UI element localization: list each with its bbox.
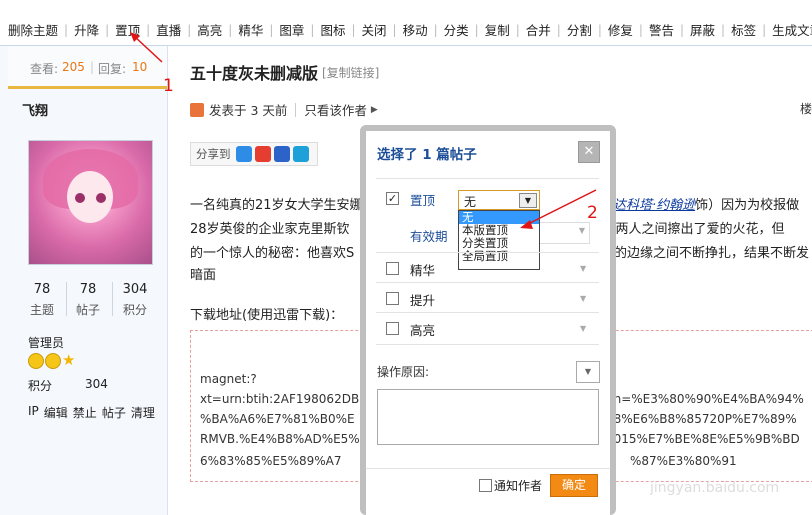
- annotation-arrow-1: [133, 35, 163, 63]
- annotation-marker-1: 1: [163, 76, 174, 96]
- watermark: jingyan.baidu.com: [650, 480, 780, 496]
- annotation-arrow-2: [523, 189, 597, 227]
- annotation-marker-2: 2: [587, 203, 598, 223]
- annotation-arrowhead-2: [520, 220, 533, 229]
- annotation-arrows: [130, 32, 597, 229]
